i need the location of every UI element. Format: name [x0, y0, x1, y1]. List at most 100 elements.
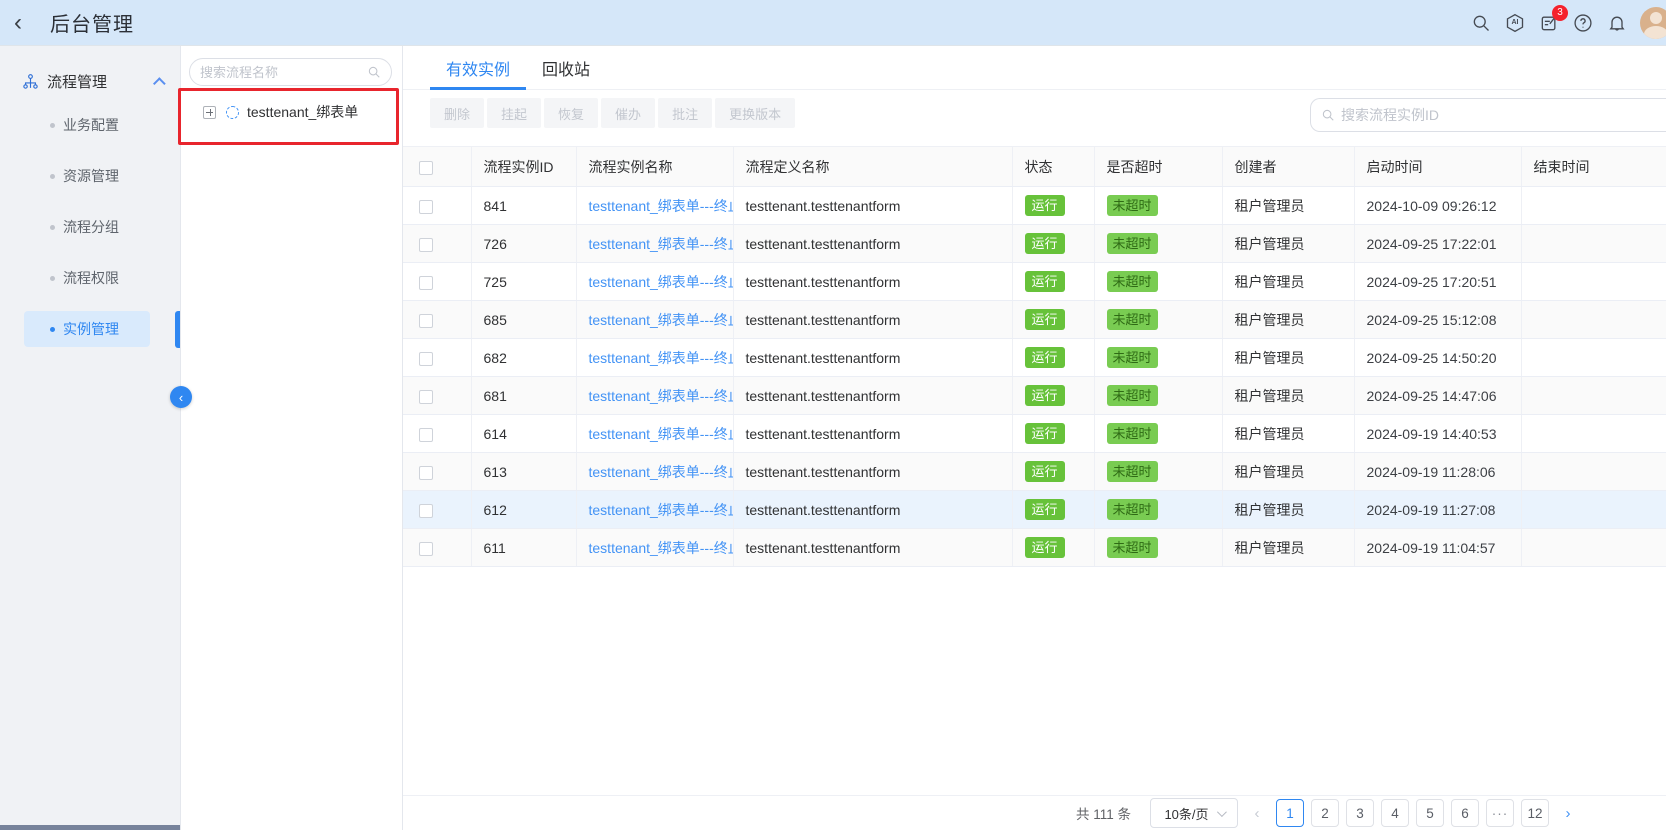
cell-instance-name-link[interactable]: testtenant_绑表单---终止... [576, 491, 733, 529]
tree-node[interactable]: testtenant_绑表单 [189, 102, 392, 122]
page-ellipsis-button[interactable]: ··· [1486, 799, 1514, 827]
page-button[interactable]: 5 [1416, 799, 1444, 827]
cell-instance-name-link[interactable]: testtenant_绑表单---终止... [576, 529, 733, 567]
toolbar-button[interactable]: 挂起 [487, 98, 541, 128]
page-size-select[interactable]: 10条/页 [1150, 798, 1238, 828]
status-badge: 运行 [1025, 385, 1065, 406]
table-row[interactable]: 681 testtenant_绑表单---终止... testtenant.te… [403, 377, 1666, 415]
page-button[interactable]: 6 [1451, 799, 1479, 827]
row-checkbox[interactable] [419, 352, 433, 366]
row-checkbox[interactable] [419, 542, 433, 556]
status-badge: 运行 [1025, 271, 1065, 292]
chevron-up-icon[interactable] [153, 77, 166, 90]
table-row[interactable]: 682 testtenant_绑表单---终止... testtenant.te… [403, 339, 1666, 377]
expand-plus-icon[interactable] [203, 106, 216, 119]
prev-page-icon[interactable]: ‹ [1245, 805, 1269, 822]
sidebar-item[interactable]: 流程权限 [24, 260, 150, 296]
column-header: 启动时间 [1354, 147, 1521, 187]
status-badge: 运行 [1025, 195, 1065, 216]
cell-instance-name-link[interactable]: testtenant_绑表单---终止... [576, 415, 733, 453]
table-row[interactable]: 725 testtenant_绑表单---终止... testtenant.te… [403, 263, 1666, 301]
page-button[interactable]: 3 [1346, 799, 1374, 827]
timeout-badge: 未超时 [1107, 347, 1158, 368]
page-button[interactable]: 12 [1521, 799, 1549, 827]
cell-instance-name-link[interactable]: testtenant_绑表单---终止... [576, 453, 733, 491]
nav-group-process-management[interactable]: 流程管理 [0, 63, 180, 99]
table-row[interactable]: 726 testtenant_绑表单---终止... testtenant.te… [403, 225, 1666, 263]
bullet-icon [50, 225, 55, 230]
select-all-checkbox[interactable] [419, 161, 433, 175]
back-icon[interactable]: ‹ [14, 11, 42, 35]
cell-start-time: 2024-09-19 11:27:08 [1354, 491, 1521, 529]
cell-status: 运行 [1012, 453, 1094, 491]
sidebar-item[interactable]: 流程分组 [24, 209, 150, 245]
cell-status: 运行 [1012, 415, 1094, 453]
row-checkbox[interactable] [419, 466, 433, 480]
page-title: 后台管理 [50, 8, 134, 37]
table-row[interactable]: 841 testtenant_绑表单---终止... testtenant.te… [403, 187, 1666, 225]
cell-instance-name-link[interactable]: testtenant_绑表单---终止... [576, 225, 733, 263]
row-checkbox[interactable] [419, 314, 433, 328]
cell-definition-name: testtenant.testtenantform [733, 301, 1012, 339]
row-checkbox[interactable] [419, 504, 433, 518]
row-checkbox[interactable] [419, 238, 433, 252]
cell-status: 运行 [1012, 263, 1094, 301]
cell-creator: 租户管理员 [1222, 453, 1354, 491]
timeout-badge: 未超时 [1107, 309, 1158, 330]
table-row[interactable]: 685 testtenant_绑表单---终止... testtenant.te… [403, 301, 1666, 339]
page-button[interactable]: 1 [1276, 799, 1304, 827]
table-row[interactable]: 614 testtenant_绑表单---终止... testtenant.te… [403, 415, 1666, 453]
tasks-note-icon[interactable]: 3 [1538, 12, 1560, 34]
search-icon[interactable] [1470, 12, 1492, 34]
sidebar-item[interactable]: 业务配置 [24, 107, 150, 143]
collapse-panel-button[interactable]: ‹ [170, 386, 192, 408]
toolbar-button[interactable]: 催办 [601, 98, 655, 128]
cell-instance-name-link[interactable]: testtenant_绑表单---终止... [576, 187, 733, 225]
tab-valid-instances[interactable]: 有效实例 [430, 46, 526, 89]
cell-status: 运行 [1012, 339, 1094, 377]
chevron-down-icon [1216, 807, 1226, 817]
user-avatar[interactable] [1640, 7, 1666, 39]
timeout-badge: 未超时 [1107, 423, 1158, 444]
status-badge: 运行 [1025, 499, 1065, 520]
cell-instance-name-link[interactable]: testtenant_绑表单---终止... [576, 339, 733, 377]
cell-timeout: 未超时 [1094, 339, 1222, 377]
cell-definition-name: testtenant.testtenantform [733, 187, 1012, 225]
tab-recycle-bin[interactable]: 回收站 [526, 46, 606, 89]
cell-instance-id: 685 [471, 301, 576, 339]
row-checkbox[interactable] [419, 200, 433, 214]
cell-instance-name-link[interactable]: testtenant_绑表单---终止... [576, 377, 733, 415]
tree-search-input[interactable] [200, 65, 367, 80]
toolbar-button[interactable]: 更换版本 [715, 98, 795, 128]
cell-instance-id: 725 [471, 263, 576, 301]
next-page-icon[interactable]: › [1556, 805, 1580, 822]
instance-search-input[interactable] [1341, 107, 1656, 123]
sidebar-item[interactable]: 实例管理 [24, 311, 150, 347]
help-icon[interactable] [1572, 12, 1594, 34]
table-row[interactable]: 611 testtenant_绑表单---终止... testtenant.te… [403, 529, 1666, 567]
bell-icon[interactable] [1606, 12, 1628, 34]
cell-instance-name-link[interactable]: testtenant_绑表单---终止... [576, 301, 733, 339]
instance-search-box [1310, 98, 1666, 132]
cell-definition-name: testtenant.testtenantform [733, 491, 1012, 529]
page-button[interactable]: 2 [1311, 799, 1339, 827]
ai-assistant-icon[interactable]: AI [1504, 12, 1526, 34]
cell-instance-id: 726 [471, 225, 576, 263]
row-checkbox[interactable] [419, 276, 433, 290]
cell-instance-name-link[interactable]: testtenant_绑表单---终止... [576, 263, 733, 301]
workflow-icon [22, 73, 39, 90]
row-checkbox[interactable] [419, 390, 433, 404]
table-row[interactable]: 613 testtenant_绑表单---终止... testtenant.te… [403, 453, 1666, 491]
status-badge: 运行 [1025, 309, 1065, 330]
page-button[interactable]: 4 [1381, 799, 1409, 827]
toolbar-button[interactable]: 删除 [430, 98, 484, 128]
tree-node-label: testtenant_绑表单 [247, 102, 358, 122]
table-row[interactable]: 612 testtenant_绑表单---终止... testtenant.te… [403, 491, 1666, 529]
toolbar-button[interactable]: 恢复 [544, 98, 598, 128]
toolbar-button[interactable]: 批注 [658, 98, 712, 128]
sidebar-item-label: 业务配置 [63, 115, 119, 135]
notification-badge: 3 [1552, 5, 1568, 21]
sidebar-item[interactable]: 资源管理 [24, 158, 150, 194]
cell-end-time [1521, 187, 1666, 225]
row-checkbox[interactable] [419, 428, 433, 442]
